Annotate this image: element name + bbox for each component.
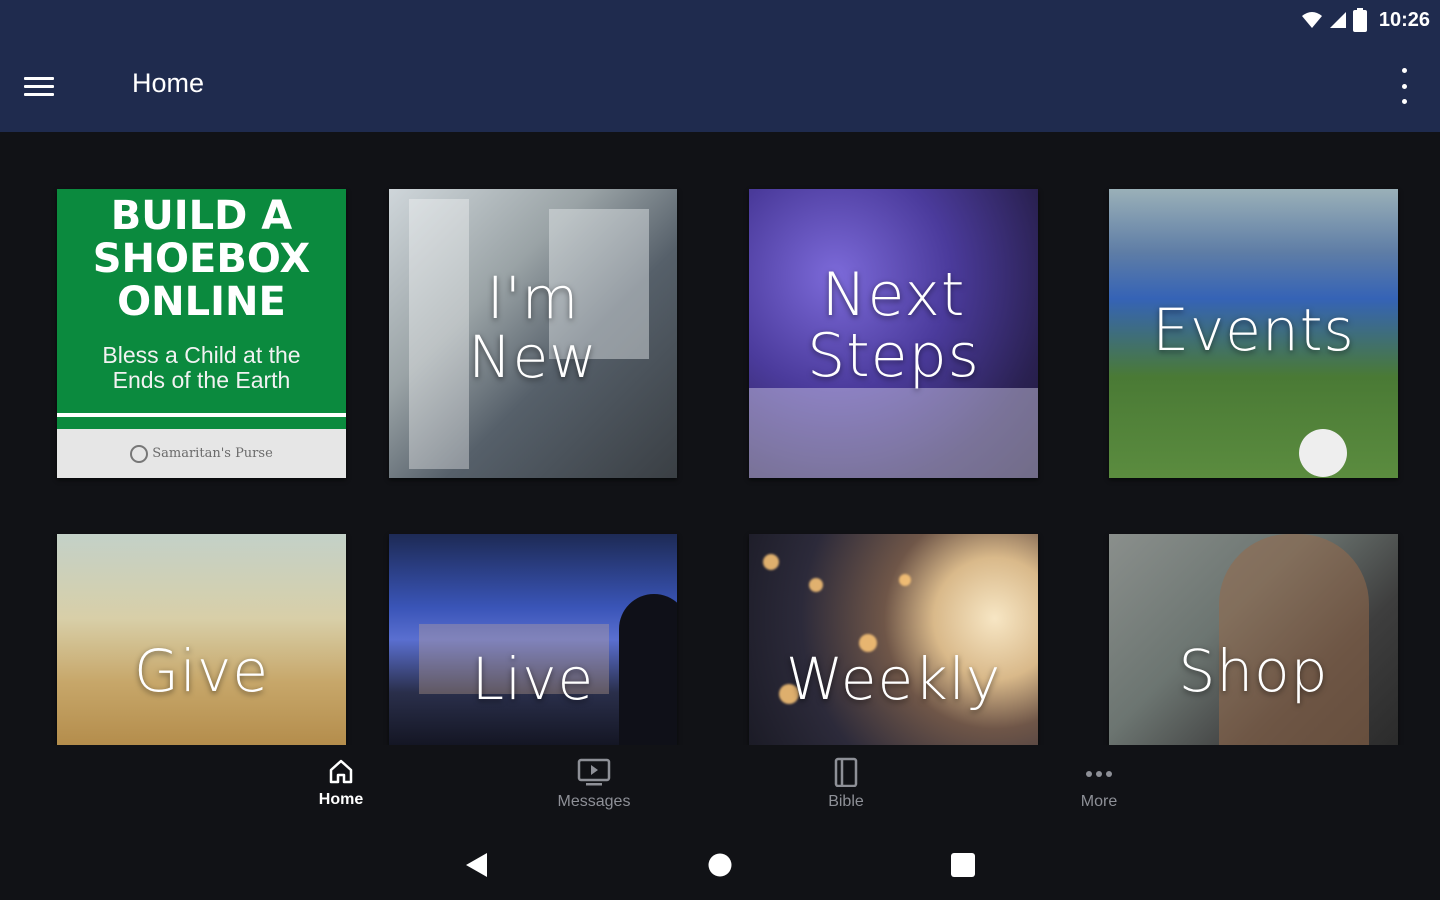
tile-label-shop: Shop [1178, 637, 1329, 705]
overflow-menu-button[interactable] [1396, 68, 1412, 104]
battery-icon [1352, 8, 1367, 32]
samaritans-purse-logo-icon [130, 444, 149, 463]
nav-item-bible[interactable]: Bible [776, 757, 916, 821]
nav-item-messages[interactable]: Messages [524, 757, 664, 821]
home-icon [329, 759, 353, 784]
tile-weekly[interactable]: Weekly [749, 534, 1038, 745]
shoebox-footer: Samaritan's Purse [57, 429, 346, 478]
cellular-signal-icon [1329, 12, 1346, 28]
hamburger-menu-icon [24, 72, 54, 101]
book-icon [834, 757, 858, 787]
tile-label-events: Events [1152, 296, 1355, 364]
photo-bokeh-light [763, 554, 779, 570]
nav-label-more: More [1080, 793, 1118, 810]
nav-label-bible: Bible [828, 793, 864, 810]
page-title: Home [132, 68, 205, 98]
divider [57, 417, 346, 429]
nav-item-home[interactable]: Home [271, 757, 411, 821]
home-circle-icon [708, 853, 732, 877]
back-icon [466, 853, 487, 877]
tile-label-give: Give [133, 637, 270, 705]
system-recents-button[interactable] [943, 850, 983, 880]
more-vertical-icon [1401, 68, 1407, 73]
tile-live[interactable]: Live [389, 534, 677, 745]
wifi-icon [1301, 12, 1322, 28]
shoebox-subtitle: Bless a Child at the Ends of the Earth [102, 342, 301, 393]
tile-build-shoebox[interactable]: BUILD A SHOEBOX ONLINE Bless a Child at … [57, 189, 346, 478]
shoebox-headline: BUILD A SHOEBOX ONLINE [92, 193, 311, 325]
menu-button[interactable] [24, 66, 84, 106]
tile-label-new: I'm New [468, 264, 598, 392]
tile-label-next-steps: Next Steps [807, 260, 980, 392]
status-time: 10:26 [1378, 8, 1430, 31]
more-horizontal-icon [1086, 771, 1112, 777]
photo-bokeh-light [809, 578, 823, 592]
photo-soccer-ball [1299, 429, 1347, 477]
recents-square-icon [951, 853, 975, 877]
tile-label-weekly: Weekly [785, 645, 1002, 713]
nav-label-messages: Messages [557, 793, 631, 810]
photo-bokeh-light [899, 574, 911, 586]
photo-table [749, 388, 1038, 478]
tile-give[interactable]: Give [57, 534, 346, 745]
shoebox-footer-text: Samaritan's Purse [152, 446, 273, 461]
system-back-button[interactable] [456, 850, 496, 880]
nav-item-more[interactable]: More [1029, 757, 1169, 821]
tile-next-steps[interactable]: Next Steps [749, 189, 1038, 478]
tile-events[interactable]: Events [1109, 189, 1398, 478]
tv-play-icon [577, 758, 611, 786]
system-navigation-bar [0, 830, 1440, 900]
status-bar: 10:26 [0, 0, 1440, 40]
system-home-button[interactable] [700, 850, 740, 880]
tile-label-live: Live [471, 645, 595, 713]
status-icons: 10:26 [1301, 6, 1430, 34]
bottom-navigation: Home Messages Bible More [0, 745, 1440, 830]
tile-im-new[interactable]: I'm New [389, 189, 677, 478]
app-bar: Home [0, 40, 1440, 132]
tile-shop[interactable]: Shop [1109, 534, 1398, 745]
nav-label-home: Home [318, 791, 364, 808]
